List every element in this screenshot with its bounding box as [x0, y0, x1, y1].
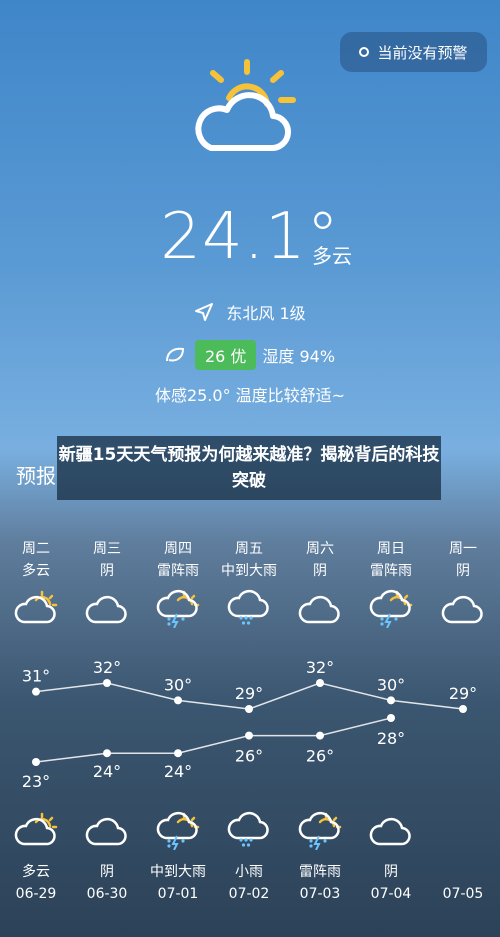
rain-icon — [227, 589, 269, 625]
low-temp-point — [316, 731, 324, 740]
wind-text: 东北风 1级 — [226, 304, 306, 323]
high-temp-label: 30° — [377, 675, 405, 694]
cloud-icon — [85, 595, 127, 624]
high-temp-label: 32° — [93, 658, 121, 677]
high-temp-label: 32° — [306, 658, 334, 677]
low-temp-point — [387, 714, 395, 722]
forecast-day-condition: 雷阵雨 — [157, 563, 199, 579]
forecast-night-condition: 小雨 — [235, 864, 263, 880]
thunderstorm-icon — [156, 811, 200, 850]
alert-button[interactable]: 当前没有预警 — [340, 32, 487, 72]
high-temp-point — [32, 687, 40, 696]
forecast-weekday: 周日 — [377, 541, 405, 557]
forecast-date: 07-04 — [370, 886, 412, 902]
wind-row: 东北风 1级 — [0, 300, 500, 324]
wind-direction-icon — [195, 303, 214, 321]
cloud-icon — [369, 817, 411, 846]
high-temp-label: 29° — [235, 684, 263, 703]
cloud-icon — [441, 595, 483, 624]
partly-cloudy-icon — [195, 59, 296, 152]
headline-banner[interactable]: 新疆15天天气预报为何越来越准？揭秘背后的科技突破 — [57, 436, 441, 500]
current-temperature-block: 24.1° 多云 — [0, 200, 500, 274]
forecast-day-5[interactable]: 周日 雷阵雨 — [356, 538, 426, 582]
high-temp-label: 31° — [22, 667, 50, 686]
thunderstorm-icon — [298, 811, 342, 850]
forecast-section-title: 预报 — [16, 464, 56, 488]
forecast-weekday: 周二 — [22, 541, 50, 557]
forecast-day-condition: 阴 — [100, 563, 114, 579]
cloud-icon — [298, 595, 340, 624]
forecast-weekday: 周三 — [93, 541, 121, 557]
forecast-day-condition: 中到大雨 — [221, 563, 277, 579]
high-temp-point — [459, 705, 467, 713]
aqi-badge: 26 优 — [194, 340, 257, 370]
low-temp-point — [174, 749, 182, 758]
forecast-day-6[interactable]: 周一阴 — [428, 538, 498, 582]
forecast-day-condition: 雷阵雨 — [370, 563, 412, 579]
high-temp-point — [245, 705, 253, 713]
temperature-chart: 31° 32° 30° 29° 32° 30° 29° 23° 24° 24° 26° 26° 28° — [22, 658, 477, 791]
current-condition: 多云 — [312, 244, 352, 268]
low-temp-point — [32, 758, 40, 766]
low-temp-label: 26° — [235, 747, 263, 766]
high-temp-label: 30° — [164, 675, 192, 694]
forecast-day-condition: 阴 — [456, 563, 470, 579]
thunderstorm-icon — [369, 589, 413, 628]
rain-icon — [227, 811, 269, 847]
forecast-date: 07-01 — [157, 886, 199, 902]
forecast-day-1[interactable]: 周三阴 — [72, 538, 142, 582]
low-temp-line — [35, 717, 392, 763]
thunderstorm-icon — [156, 589, 200, 628]
forecast-night-condition: 阴 — [384, 864, 398, 880]
forecast-weekday: 周六 — [306, 541, 334, 557]
low-temp-label: 26° — [306, 747, 334, 766]
high-temp-point — [103, 679, 111, 687]
cloud-icon — [85, 817, 127, 846]
low-temp-point — [245, 731, 253, 740]
forecast-date: 07-02 — [228, 886, 270, 902]
forecast-day-condition: 多云 — [22, 563, 50, 579]
alert-label: 当前没有预警 — [377, 43, 468, 62]
partly-cloudy-icon — [14, 590, 58, 624]
forecast-night-condition: 阴 — [100, 864, 114, 880]
forecast-day-2[interactable]: 周四 雷阵雨 — [143, 538, 213, 582]
forecast-weekday: 周四 — [164, 541, 192, 557]
forecast-weekday: 周五 — [235, 541, 263, 557]
low-temp-label: 24° — [93, 762, 121, 781]
leaf-icon — [165, 347, 184, 362]
humidity-text: 湿度 94% — [262, 347, 336, 366]
high-temp-point — [174, 696, 182, 705]
forecast-date: 07-03 — [299, 886, 341, 902]
feels-like-text: 体感25.0° 温度比较舒适~ — [154, 386, 346, 405]
forecast-day-4[interactable]: 周六阴 — [285, 538, 355, 582]
forecast-date: 07-05 — [442, 886, 484, 902]
aqi-row[interactable]: 26 优 湿度 94% — [0, 340, 500, 370]
low-temp-point — [103, 749, 111, 758]
forecast-day-condition: 阴 — [313, 563, 327, 579]
forecast-date: 06-29 — [15, 886, 57, 902]
forecast-night-condition: 中到大雨 — [150, 864, 206, 880]
high-temp-label: 29° — [449, 684, 477, 703]
forecast-day-0[interactable]: 周二 多云 — [1, 538, 71, 582]
forecast-night-condition: 雷阵雨 — [299, 864, 341, 880]
high-temp-point — [316, 679, 324, 687]
low-temp-label: 28° — [377, 729, 405, 748]
partly-cloudy-icon — [14, 812, 58, 846]
forecast-night-condition: 多云 — [22, 864, 50, 880]
forecast-day-3[interactable]: 周五 中到大雨 — [214, 538, 284, 582]
low-temp-label: 23° — [22, 772, 50, 791]
forecast-date: 06-30 — [86, 886, 128, 902]
alert-dot-icon — [359, 47, 370, 57]
forecast-weekday: 周一 — [449, 541, 477, 557]
low-temp-label: 24° — [164, 762, 192, 781]
high-temp-point — [387, 696, 395, 705]
